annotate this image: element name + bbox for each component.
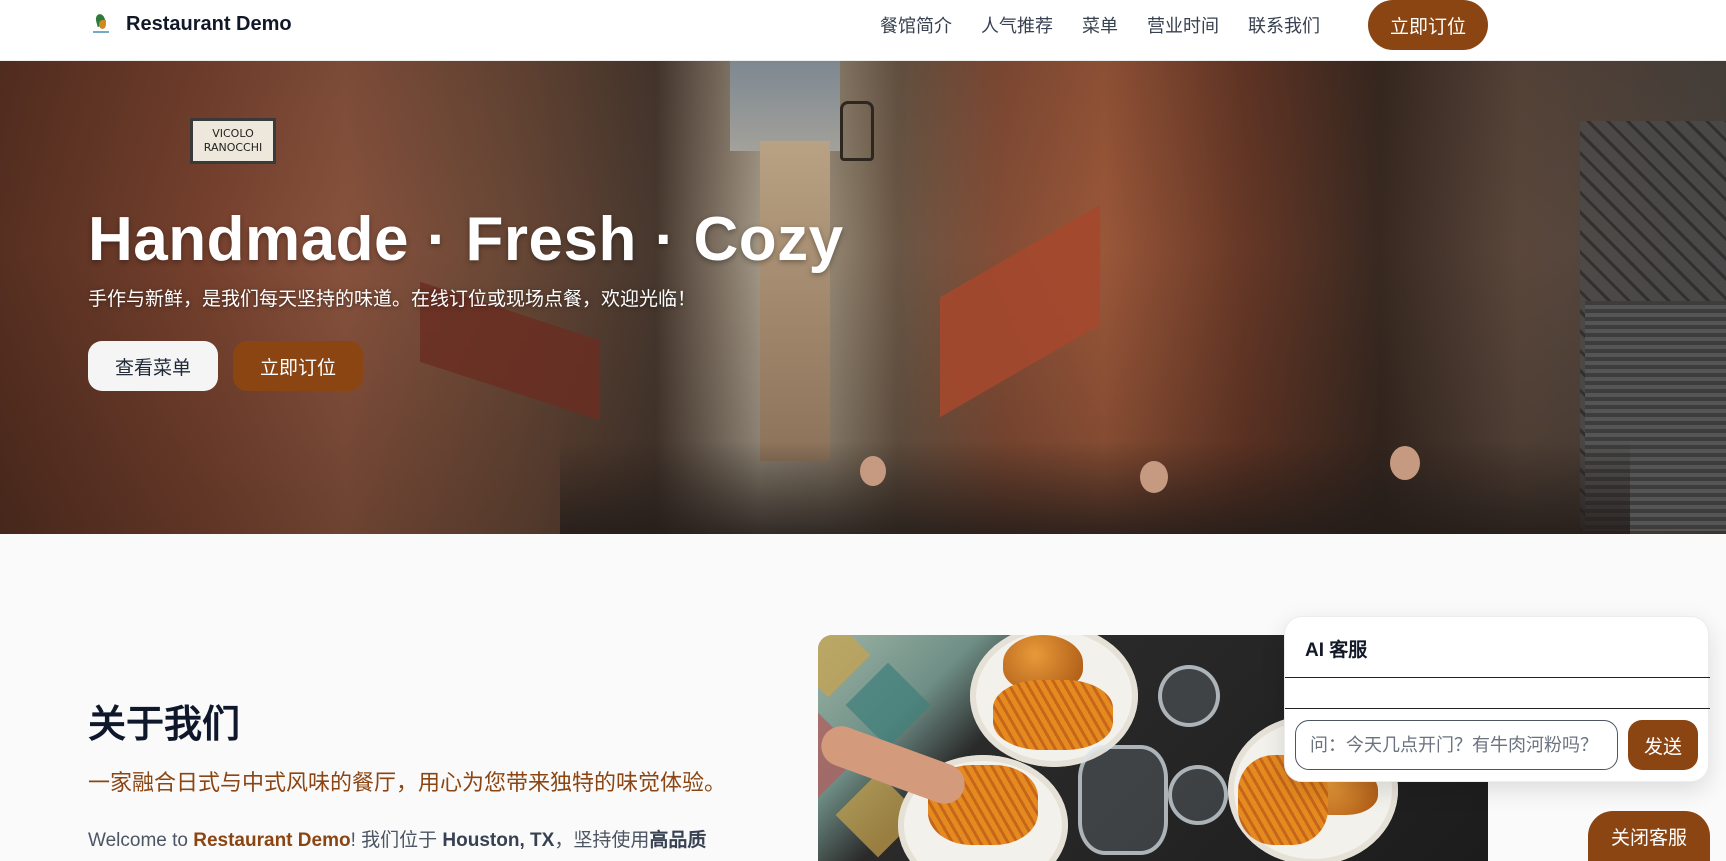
street-lamp-icon bbox=[840, 101, 874, 161]
about-body-location: Houston, TX bbox=[442, 830, 555, 851]
about-title: 关于我们 bbox=[88, 704, 241, 746]
about-body: Welcome to Restaurant Demo! 我们位于 Houston… bbox=[88, 826, 758, 861]
ai-chat-widget: AI 客服 发送 bbox=[1284, 616, 1710, 782]
top-navbar: Restaurant Demo 餐馆简介 人气推荐 菜单 营业时间 联系我们 立… bbox=[0, 0, 1726, 61]
nav-links: 餐馆简介 人气推荐 菜单 营业时间 联系我们 bbox=[880, 0, 1320, 49]
glass bbox=[1168, 765, 1228, 825]
pitcher bbox=[1078, 745, 1168, 855]
close-chat-button[interactable]: 关闭客服 bbox=[1588, 811, 1710, 861]
nav-link-popular[interactable]: 人气推荐 bbox=[981, 12, 1053, 38]
about-body-brand: Restaurant Demo bbox=[193, 830, 351, 851]
chat-message-area bbox=[1285, 708, 1710, 709]
hero-bg-awning bbox=[940, 204, 1100, 418]
hero-bg-tower bbox=[760, 141, 830, 461]
about-body-text: ! 我们位于 bbox=[350, 830, 443, 851]
chat-input[interactable] bbox=[1295, 720, 1618, 770]
about-body-text: Welcome to bbox=[88, 830, 194, 851]
nav-link-contact[interactable]: 联系我们 bbox=[1248, 12, 1320, 38]
brand[interactable]: Restaurant Demo bbox=[90, 12, 292, 36]
brand-logo-icon bbox=[90, 12, 112, 36]
hero-bg-person bbox=[1140, 461, 1168, 493]
chat-title: AI 客服 bbox=[1305, 640, 1368, 661]
glass bbox=[1158, 665, 1220, 727]
hero-subtitle: 手作与新鲜，是我们每天坚持的味道。在线订位或现场点餐，欢迎光临！ bbox=[88, 289, 697, 310]
nav-link-hours[interactable]: 营业时间 bbox=[1147, 12, 1219, 38]
hero-bg-crowd bbox=[560, 441, 1630, 534]
hero-book-button[interactable]: 立即订位 bbox=[233, 341, 363, 391]
fries bbox=[993, 680, 1113, 750]
nav-link-about[interactable]: 餐馆简介 bbox=[880, 12, 952, 38]
hero-bg-sky bbox=[730, 61, 840, 151]
brand-name: Restaurant Demo bbox=[126, 12, 292, 35]
chat-send-button[interactable]: 发送 bbox=[1628, 720, 1698, 770]
hero-bg-person bbox=[1390, 446, 1420, 480]
hero-section: VICOLO RANOCCHI Handmade · Fresh · Cozy … bbox=[0, 61, 1726, 534]
hero-title: Handmade · Fresh · Cozy bbox=[88, 205, 844, 274]
hero-bg-person bbox=[860, 456, 886, 486]
about-tagline: 一家融合日式与中式风味的餐厅，用心为您带来独特的味觉体验。 bbox=[88, 770, 727, 795]
view-menu-button[interactable]: 查看菜单 bbox=[88, 341, 218, 391]
chat-divider bbox=[1285, 677, 1710, 678]
nav-book-button[interactable]: 立即订位 bbox=[1368, 0, 1488, 50]
about-body-text: ，坚持使用 bbox=[554, 830, 650, 851]
about-body-quality: 高品质 bbox=[649, 830, 707, 851]
street-sign: VICOLO RANOCCHI bbox=[190, 118, 276, 164]
nav-link-menu[interactable]: 菜单 bbox=[1082, 12, 1118, 38]
